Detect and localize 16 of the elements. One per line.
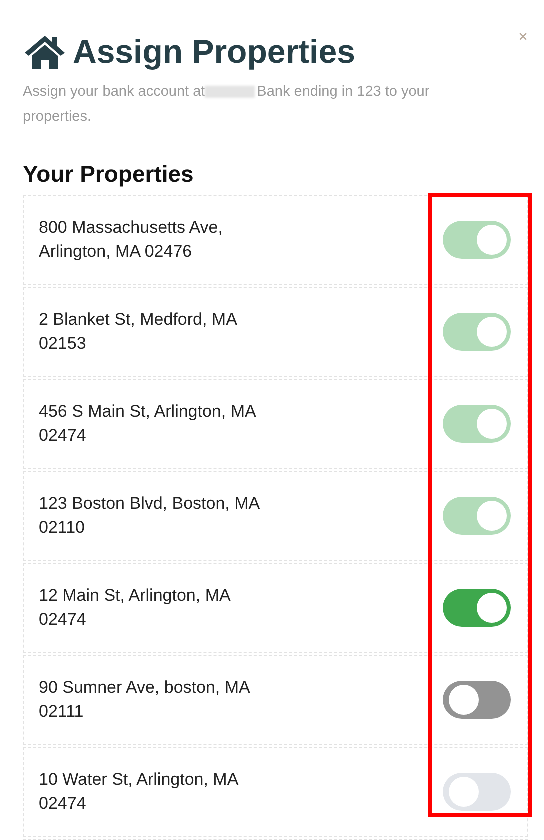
property-address: 456 S Main St, Arlington, MA 02474 <box>39 401 257 447</box>
property-address: 800 Massachusetts Ave, Arlington, MA 02476 <box>39 217 224 263</box>
section-title: Your Properties <box>23 160 195 188</box>
dialog-subtitle: Bank ending in 123 to your <box>257 84 430 100</box>
property-address: 10 Water St, Arlington, MA 02474 <box>39 769 240 815</box>
property-address: 2 Blanket St, Medford, MA 02153 <box>39 309 238 355</box>
toggle-switch[interactable] <box>443 589 511 627</box>
dialog-title: Assign Properties <box>73 32 356 72</box>
dialog-subtitle: Assign your bank account at <box>23 84 206 100</box>
property-address: 123 Boston Blvd, Boston, MA 02110 <box>39 493 261 539</box>
property-address: 90 Sumner Ave, boston, MA 02111 <box>39 677 251 723</box>
property-address: 12 Main St, Arlington, MA 02474 <box>39 585 232 631</box>
dialog-subtitle: properties. <box>23 109 92 125</box>
close-button[interactable]: × <box>518 30 528 46</box>
toggle-switch[interactable] <box>443 681 511 719</box>
house-icon <box>23 34 67 70</box>
